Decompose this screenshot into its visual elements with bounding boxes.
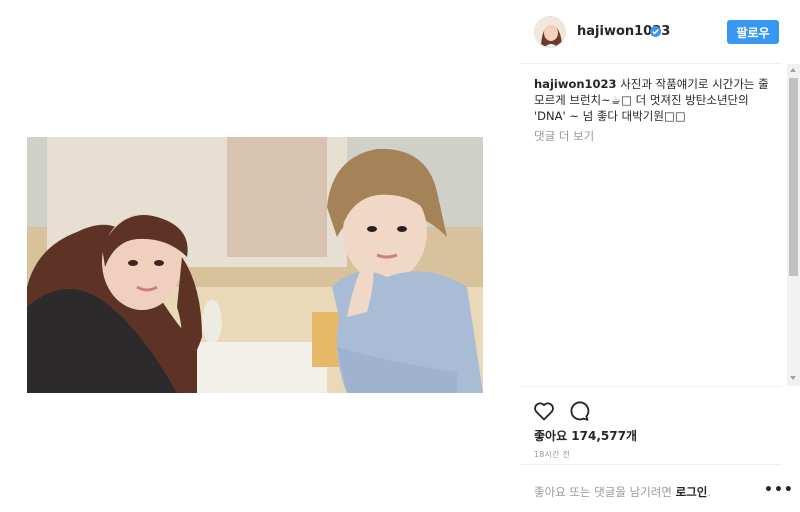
login-prompt-text: 좋아요 또는 댓글을 남기려면 로그인. — [534, 484, 711, 500]
comment-bubble-icon[interactable] — [567, 399, 591, 423]
scrollbar-thumb[interactable] — [789, 78, 798, 276]
login-prompt-suffix: . — [707, 485, 711, 499]
comments-scrollbar[interactable] — [787, 64, 800, 386]
post-photo[interactable] — [27, 137, 483, 393]
avatar[interactable] — [534, 16, 566, 48]
likes-count[interactable]: 좋아요 174,577개 — [534, 427, 637, 444]
login-prompt-prefix: 좋아요 또는 댓글을 남기려면 — [534, 485, 672, 499]
login-prompt: 좋아요 또는 댓글을 남기려면 로그인. ••• — [519, 464, 793, 512]
view-more-comments-link[interactable]: 댓글 더 보기 — [534, 128, 774, 144]
scroll-down-arrow-icon[interactable] — [790, 376, 796, 380]
caption-username[interactable]: hajiwon1023 — [534, 77, 617, 91]
scroll-up-arrow-icon[interactable] — [790, 68, 796, 72]
login-link[interactable]: 로그인 — [676, 485, 708, 499]
post-sidebar: hajiwon1023 팔로우 hajiwon1023 사진과 작품얘기로 시간… — [519, 0, 800, 512]
post-photo-image — [27, 137, 483, 393]
post-header: hajiwon1023 팔로우 — [519, 0, 782, 64]
follow-button[interactable]: 팔로우 — [727, 20, 779, 44]
post-timestamp[interactable]: 18시간 전 — [534, 449, 570, 460]
more-options-button[interactable]: ••• — [764, 482, 794, 498]
comments-area: hajiwon1023 사진과 작품얘기로 시간가는 줄 모르게 브런치~☕□ … — [534, 76, 774, 144]
caption: hajiwon1023 사진과 작품얘기로 시간가는 줄 모르게 브런치~☕□ … — [534, 76, 774, 124]
media-pane — [0, 0, 512, 512]
verified-badge-icon — [650, 26, 661, 37]
heart-icon[interactable] — [532, 399, 556, 423]
avatar-image — [535, 17, 565, 47]
